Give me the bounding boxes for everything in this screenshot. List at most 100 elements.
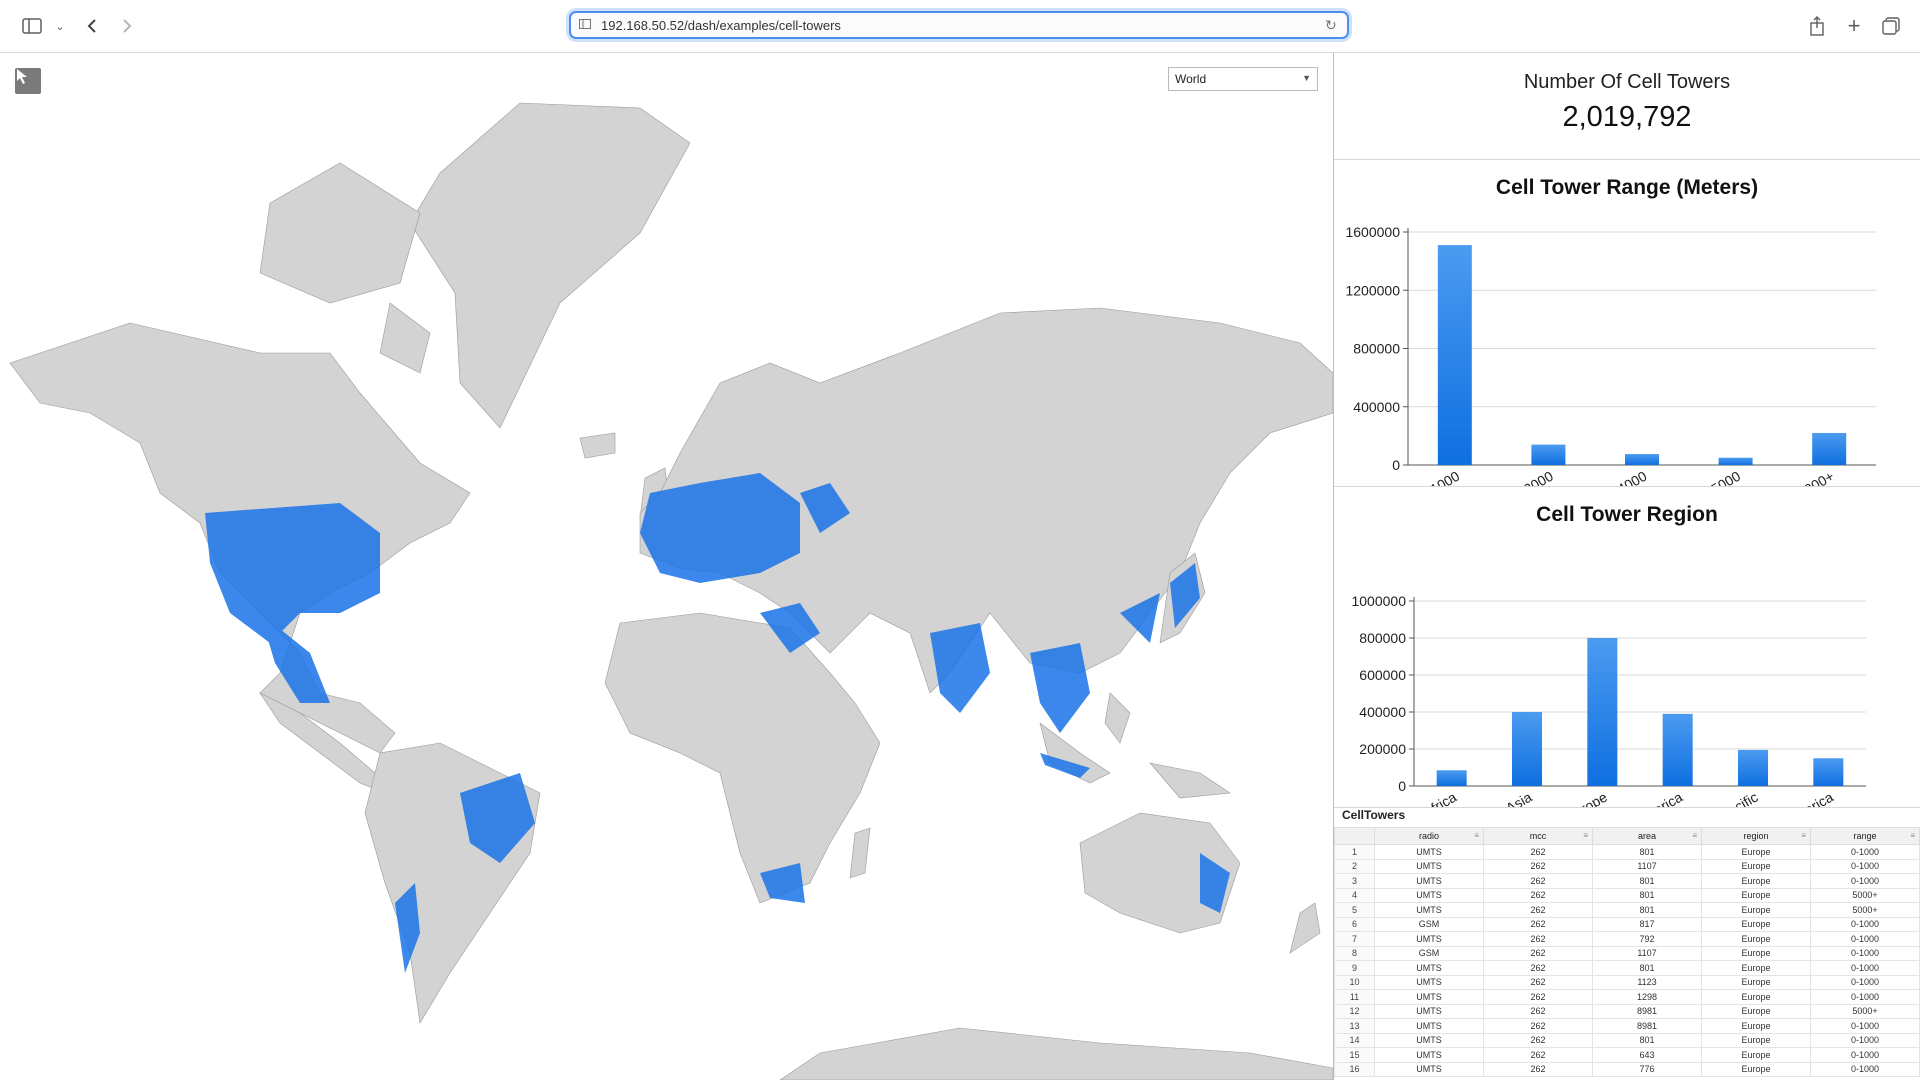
column-header-range[interactable]: range ≡ xyxy=(1810,827,1920,845)
column-header-label: region xyxy=(1743,831,1769,841)
table-row[interactable]: 16 UMTS 262 776 Europe 0-1000 xyxy=(1334,1061,1920,1077)
filter-icon[interactable]: ≡ xyxy=(1474,831,1479,840)
chevron-down-icon[interactable]: ⌄ xyxy=(46,12,74,40)
table-cell: 1107 xyxy=(1592,945,1702,961)
column-header-area[interactable]: area ≡ xyxy=(1592,827,1702,845)
table-cell: Europe xyxy=(1701,873,1811,889)
cell-towers-table[interactable]: radio ≡ mcc ≡ area ≡ region ≡ range ≡ 1 UMTS 262 801… xyxy=(1334,827,1920,1077)
bar-3000-4000[interactable] xyxy=(1625,454,1659,465)
table-cell: UMTS xyxy=(1374,858,1484,874)
cursor-tool-icon[interactable] xyxy=(15,68,41,94)
bar-africa[interactable] xyxy=(1436,770,1467,786)
land-iceland xyxy=(579,432,616,459)
url-text[interactable]: 192.168.50.52/dash/examples/cell-towers xyxy=(601,18,1325,33)
table-cell: 262 xyxy=(1483,1003,1593,1019)
row-index: 15 xyxy=(1334,1047,1375,1063)
table-cell: 262 xyxy=(1483,844,1593,860)
table-cell: UMTS xyxy=(1374,931,1484,947)
column-header-region[interactable]: region ≡ xyxy=(1701,827,1811,845)
x-tick-label: Asia xyxy=(1503,789,1535,807)
table-cell: 262 xyxy=(1483,902,1593,918)
table-cell: UMTS xyxy=(1374,989,1484,1005)
table-cell: 262 xyxy=(1483,858,1593,874)
table-cell: 8981 xyxy=(1592,1018,1702,1034)
table-cell: Europe xyxy=(1701,858,1811,874)
world-map[interactable]: World ▼ xyxy=(0,53,1334,1080)
y-tick-label: 1600000 xyxy=(1345,224,1400,240)
filter-icon[interactable]: ≡ xyxy=(1910,831,1915,840)
bar-2000-3000[interactable] xyxy=(1531,444,1566,465)
table-row[interactable]: 12 UMTS 262 8981 Europe 5000+ xyxy=(1334,1003,1920,1019)
table-cell: Europe xyxy=(1701,902,1811,918)
filter-icon[interactable]: ≡ xyxy=(1583,831,1588,840)
row-index: 11 xyxy=(1334,989,1375,1005)
table-row[interactable]: 11 UMTS 262 1298 Europe 0-1000 xyxy=(1334,989,1920,1005)
table-row[interactable]: 5 UMTS 262 801 Europe 5000+ xyxy=(1334,902,1920,918)
row-index: 12 xyxy=(1334,1003,1375,1019)
table-cell: 792 xyxy=(1592,931,1702,947)
table-row[interactable]: 3 UMTS 262 801 Europe 0-1000 xyxy=(1334,873,1920,889)
table-cell: 262 xyxy=(1483,974,1593,990)
table-cell: Europe xyxy=(1701,960,1811,976)
y-tick-label: 400000 xyxy=(1353,399,1400,415)
table-row[interactable]: 4 UMTS 262 801 Europe 5000+ xyxy=(1334,887,1920,903)
bar-4000-5000[interactable] xyxy=(1718,457,1753,465)
share-icon[interactable] xyxy=(1803,12,1831,40)
table-cell: 0-1000 xyxy=(1810,1047,1920,1063)
new-tab-icon[interactable]: + xyxy=(1840,12,1868,40)
row-index: 7 xyxy=(1334,931,1375,947)
table-cell: 0-1000 xyxy=(1810,1061,1920,1077)
table-row[interactable]: 10 UMTS 262 1123 Europe 0-1000 xyxy=(1334,974,1920,990)
column-header-mcc[interactable]: mcc ≡ xyxy=(1483,827,1593,845)
back-icon[interactable] xyxy=(78,12,106,40)
kpi-label: Number Of Cell Towers xyxy=(1523,71,1731,93)
table-cell: 817 xyxy=(1592,916,1702,932)
table-cell: GSM xyxy=(1374,916,1484,932)
bar-s-america[interactable] xyxy=(1813,758,1844,786)
filter-icon[interactable]: ≡ xyxy=(1801,831,1806,840)
table-row[interactable]: 9 UMTS 262 801 Europe 0-1000 xyxy=(1334,960,1920,976)
land-arctic-islands xyxy=(259,162,421,304)
table-row[interactable]: 2 UMTS 262 1107 Europe 0-1000 xyxy=(1334,858,1920,874)
y-tick-label: 0 xyxy=(1392,457,1400,473)
table-cell: 262 xyxy=(1483,887,1593,903)
table-header-row: radio ≡ mcc ≡ area ≡ region ≡ range ≡ xyxy=(1334,827,1920,845)
table-row[interactable]: 15 UMTS 262 643 Europe 0-1000 xyxy=(1334,1047,1920,1063)
x-tick-label: Pacific xyxy=(1717,789,1761,807)
table-row[interactable]: 6 GSM 262 817 Europe 0-1000 xyxy=(1334,916,1920,932)
tabs-icon[interactable] xyxy=(1877,12,1905,40)
column-header-label: area xyxy=(1637,831,1656,841)
range-bar-chart[interactable]: 0 400000 800000 1200000 1600000 0-1000 2000-30… xyxy=(1334,160,1920,515)
table-cell: 262 xyxy=(1483,931,1593,947)
bar-asia[interactable] xyxy=(1512,712,1542,786)
address-bar[interactable]: 192.168.50.52/dash/examples/cell-towers … xyxy=(569,11,1349,39)
table-cell: UMTS xyxy=(1374,844,1484,860)
land-africa xyxy=(604,612,881,904)
map-canvas[interactable] xyxy=(0,53,1333,1080)
column-header-radio[interactable]: radio ≡ xyxy=(1374,827,1484,845)
bar-pacific[interactable] xyxy=(1738,749,1768,786)
region-bar-chart[interactable]: 0 200000 400000 600000 800000 1000000 Africa As… xyxy=(1334,487,1920,835)
table-cell: 0-1000 xyxy=(1810,1018,1920,1034)
table-row[interactable]: 13 UMTS 262 8981 Europe 0-1000 xyxy=(1334,1018,1920,1034)
table-row[interactable]: 1 UMTS 262 801 Europe 0-1000 xyxy=(1334,844,1920,860)
table-cell: UMTS xyxy=(1374,902,1484,918)
table-cell: 0-1000 xyxy=(1810,960,1920,976)
table-row[interactable]: 8 GSM 262 1107 Europe 0-1000 xyxy=(1334,945,1920,961)
x-tick-label: Europe xyxy=(1563,789,1610,807)
region-select[interactable]: World ▼ xyxy=(1168,67,1318,91)
bar-5000-[interactable] xyxy=(1812,432,1847,465)
bar-0-1000[interactable] xyxy=(1437,245,1472,465)
table-cell: 776 xyxy=(1592,1061,1702,1077)
sidebar-icon[interactable] xyxy=(18,12,46,40)
x-tick-label: 3000-4000 xyxy=(1584,468,1650,486)
table-row[interactable]: 14 UMTS 262 801 Europe 0-1000 xyxy=(1334,1032,1920,1048)
bar-n-america[interactable] xyxy=(1662,713,1693,786)
forward-icon[interactable] xyxy=(113,12,141,40)
reload-icon[interactable]: ↻ xyxy=(1325,17,1347,34)
table-row[interactable]: 7 UMTS 262 792 Europe 0-1000 xyxy=(1334,931,1920,947)
row-index: 8 xyxy=(1334,945,1375,961)
filter-icon[interactable]: ≡ xyxy=(1692,831,1697,840)
bar-europe[interactable] xyxy=(1587,638,1618,786)
y-tick-label: 600000 xyxy=(1359,667,1406,683)
